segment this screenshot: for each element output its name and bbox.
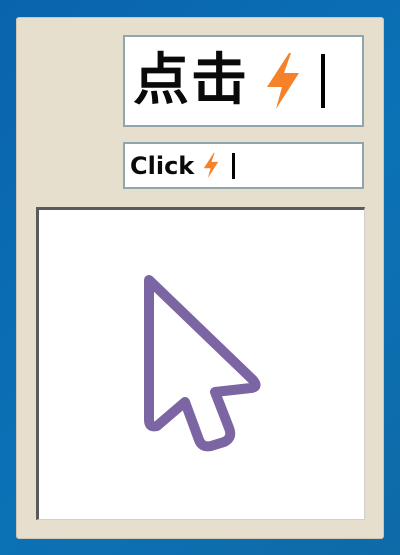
text-caret: [321, 54, 325, 108]
small-field-text: Click: [130, 151, 195, 180]
small-text-field[interactable]: Click: [123, 142, 364, 189]
app-panel: 点击 Click: [16, 17, 384, 539]
lightning-bolt-icon: [263, 51, 303, 111]
large-field-text: 点击: [133, 48, 249, 113]
lightning-bolt-icon: [202, 152, 220, 179]
text-caret: [232, 152, 236, 179]
mouse-pointer-icon: [139, 270, 269, 460]
large-text-field[interactable]: 点击: [123, 35, 364, 127]
drawing-canvas[interactable]: [36, 207, 365, 520]
